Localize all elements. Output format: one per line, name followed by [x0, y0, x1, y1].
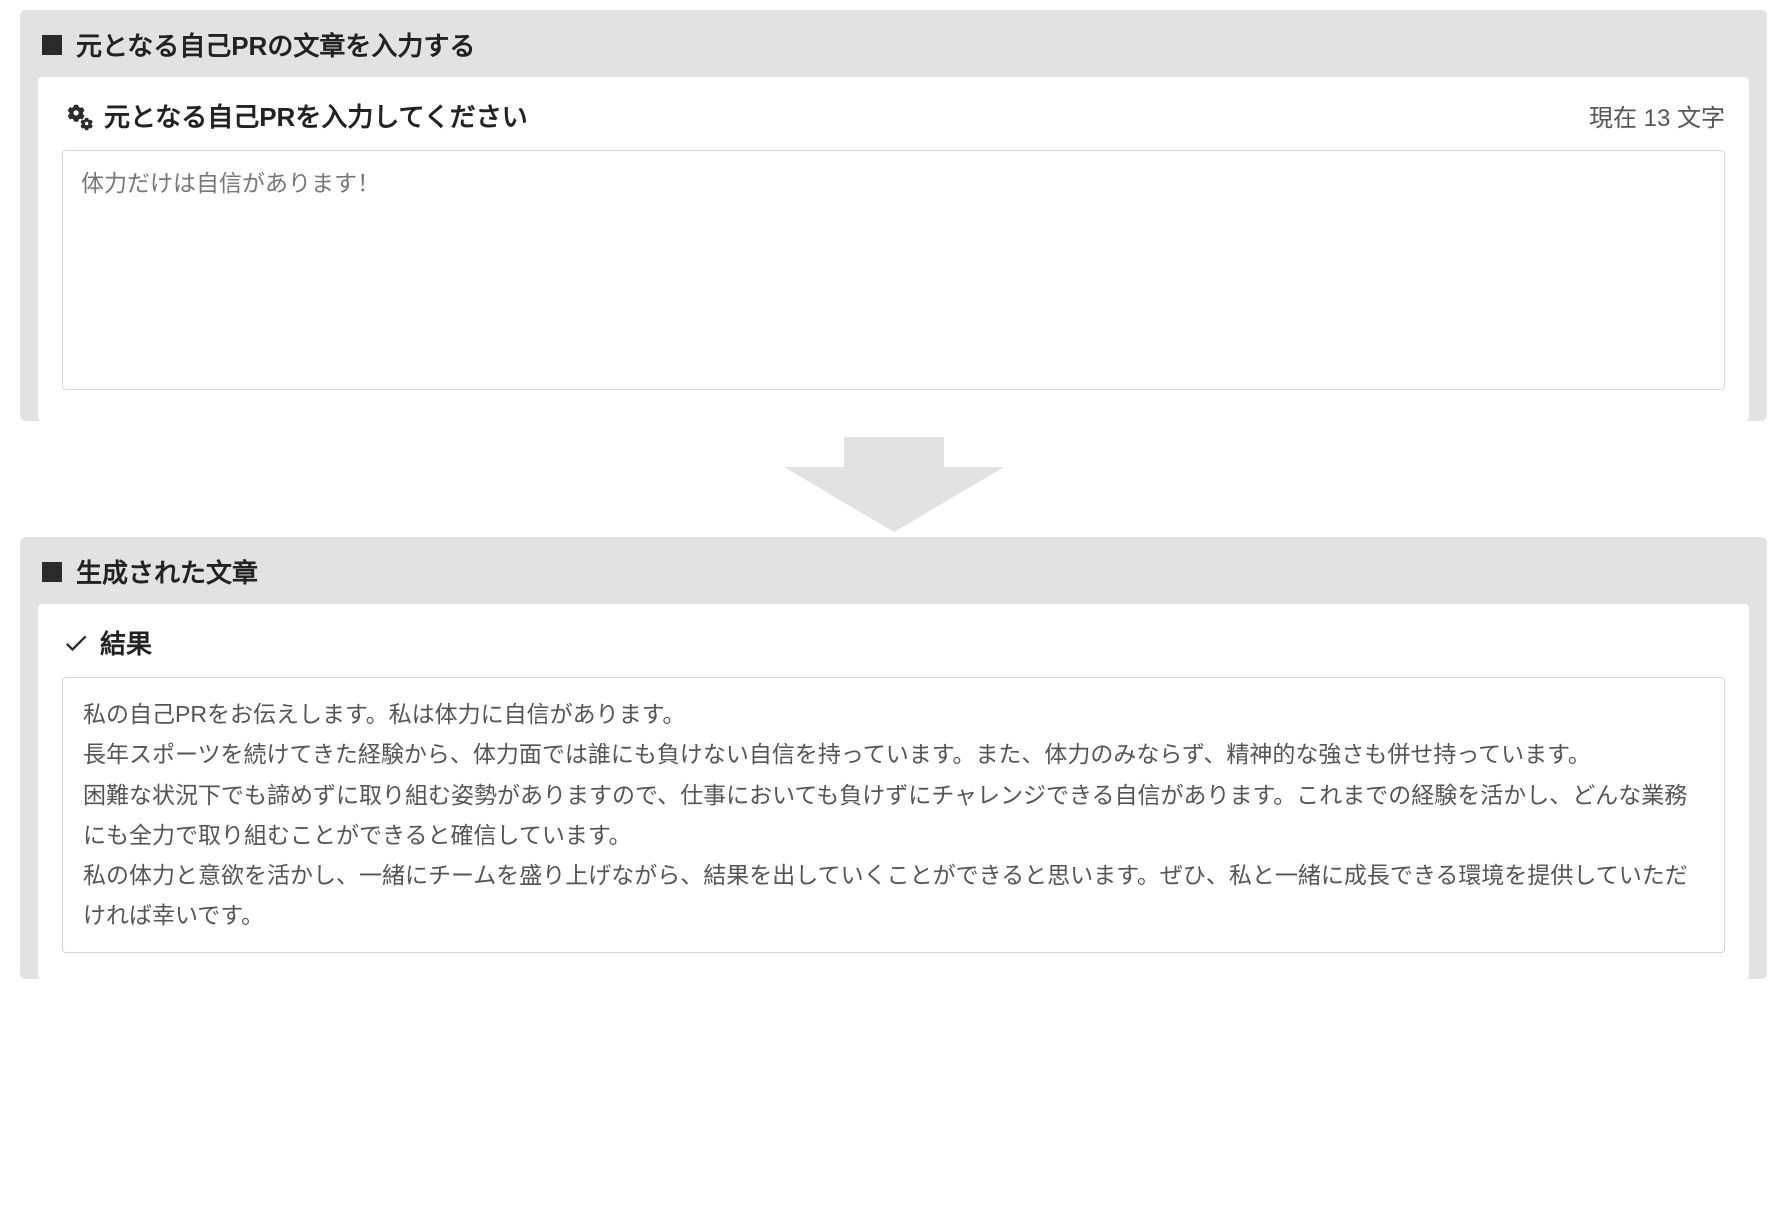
down-arrow-icon — [744, 437, 1044, 537]
output-panel-title: 生成された文章 — [76, 553, 258, 590]
gears-icon — [62, 100, 94, 132]
input-panel-title: 元となる自己PRの文章を入力する — [76, 26, 475, 63]
input-panel: 元となる自己PRの文章を入力する 元となる自己PRを入力してください 現在 13… — [20, 10, 1767, 421]
output-panel-body: 結果 私の自己PRをお伝えします。私は体力に自信があります。長年スポーツを続けて… — [38, 604, 1749, 979]
output-sub-title: 結果 — [100, 624, 152, 661]
square-bullet-icon — [42, 562, 62, 582]
output-sub-header: 結果 — [62, 624, 1725, 661]
output-panel-header: 生成された文章 — [20, 537, 1767, 604]
input-sub-title: 元となる自己PRを入力してください — [104, 97, 528, 134]
input-panel-body: 元となる自己PRを入力してください 現在 13 文字 — [38, 77, 1749, 421]
result-output: 私の自己PRをお伝えします。私は体力に自信があります。長年スポーツを続けてきた経… — [62, 677, 1725, 953]
square-bullet-icon — [42, 35, 62, 55]
character-count: 現在 13 文字 — [1589, 98, 1725, 133]
pr-input-textarea[interactable] — [62, 150, 1725, 390]
check-icon — [62, 629, 90, 657]
input-sub-header: 元となる自己PRを入力してください 現在 13 文字 — [62, 97, 1725, 134]
input-panel-header: 元となる自己PRの文章を入力する — [20, 10, 1767, 77]
result-text: 私の自己PRをお伝えします。私は体力に自信があります。長年スポーツを続けてきた経… — [83, 694, 1704, 936]
output-panel: 生成された文章 結果 私の自己PRをお伝えします。私は体力に自信があります。長年… — [20, 537, 1767, 979]
down-arrow-divider — [20, 437, 1767, 537]
